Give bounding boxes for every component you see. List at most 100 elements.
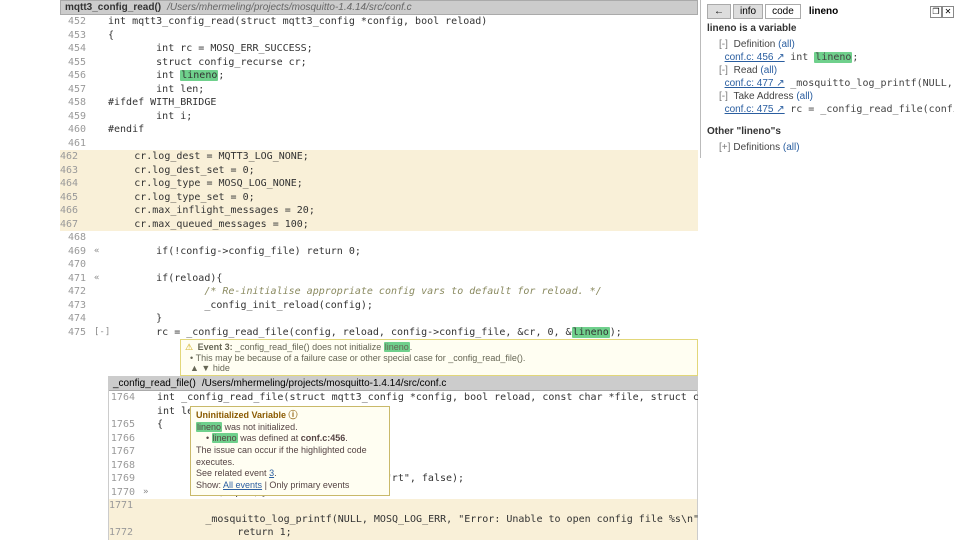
code-line[interactable]: 1772 return 1;: [109, 526, 697, 540]
sidebar-heading: lineno is a variable: [707, 23, 954, 34]
line-number: 1767: [109, 445, 143, 459]
code-text: int len;: [108, 83, 204, 97]
code-line[interactable]: 471« if(reload){: [60, 272, 698, 286]
file-path: /Users/mhermeling/projects/mosquitto-1.4…: [167, 2, 412, 13]
hide-link[interactable]: hide: [213, 363, 230, 373]
gutter-mark: »: [143, 486, 157, 500]
line-number: 457: [60, 83, 94, 97]
code-line[interactable]: 472 /* Re-initialise appropriate config …: [60, 285, 698, 299]
code-block-top: 452int mqtt3_config_read(struct mqtt3_co…: [60, 15, 698, 339]
code-line[interactable]: 453{: [60, 29, 698, 43]
gutter-mark: [143, 418, 157, 432]
code-text: cr.log_type = MOSQ_LOG_NONE;: [86, 178, 303, 189]
code-line[interactable]: 459 int i;: [60, 110, 698, 124]
line-number: 1770: [109, 486, 143, 500]
gutter-mark: «: [94, 272, 108, 286]
code-line[interactable]: 462 cr.log_dest = MQTT3_LOG_NONE;: [60, 150, 698, 164]
window-close-icon[interactable]: ✕: [942, 6, 954, 18]
line-number: 466: [60, 205, 86, 216]
code-line[interactable]: 469« if(!config->config_file) return 0;: [60, 245, 698, 259]
sidebar: ← info code lineno ❐ ✕ lineno is a varia…: [700, 0, 960, 158]
gutter-mark: [143, 445, 157, 459]
tooltip-var1: lineno: [196, 422, 222, 432]
tooltip-title: Uninitialized Variable ⓘ: [196, 410, 384, 422]
gutter-mark: [143, 472, 157, 486]
tooltip-text2: was defined at: [238, 433, 301, 443]
code-line[interactable]: 455 struct config_recurse cr;: [60, 56, 698, 70]
tab-info[interactable]: info: [733, 4, 763, 19]
tooltip-event-link[interactable]: 3: [269, 468, 274, 478]
line-number: 1764: [109, 391, 143, 405]
line-number: 1765: [109, 418, 143, 432]
line-number: 461: [60, 137, 94, 151]
code-line[interactable]: 473 _config_init_reload(config);: [60, 299, 698, 313]
gutter-mark: «: [94, 245, 108, 259]
line-number: 1769: [109, 472, 143, 486]
line-number: 458: [60, 96, 94, 110]
sidebar-row[interactable]: [-] Read (all): [707, 64, 954, 77]
gutter-mark: [94, 258, 108, 272]
code-line[interactable]: 468: [60, 231, 698, 245]
line-number: 1766: [109, 432, 143, 446]
sidebar-row[interactable]: [-] Take Address (all): [707, 90, 954, 103]
code-line[interactable]: 463 cr.log_dest_set = 0;: [60, 164, 698, 178]
gutter-mark: [143, 405, 157, 419]
code-line[interactable]: 475[-] rc = _config_read_file(config, re…: [60, 326, 698, 340]
line-number: 462: [60, 151, 86, 162]
tooltip-text4: See related event: [196, 468, 269, 478]
code-line[interactable]: 458 #ifdef WITH_BRIDGE: [60, 96, 698, 110]
gutter-mark: [94, 96, 108, 110]
code-line[interactable]: 465 cr.log_type_set = 0;: [60, 191, 698, 205]
code-line[interactable]: 456 int lineno;: [60, 69, 698, 83]
tab-code[interactable]: code: [765, 4, 801, 19]
code-line[interactable]: 452int mqtt3_config_read(struct mqtt3_co…: [60, 15, 698, 29]
line-number: 463: [60, 165, 86, 176]
file-tab-inset[interactable]: _config_read_file() /Users/mhermeling/pr…: [109, 377, 697, 391]
line-number: 468: [60, 231, 94, 245]
line-number: 473: [60, 299, 94, 313]
gutter-mark: [143, 391, 157, 405]
window-split-icon[interactable]: ❐: [930, 6, 942, 18]
sidebar-other-row[interactable]: [+]Definitions (all): [707, 141, 954, 154]
gutter-mark: [94, 299, 108, 313]
sidebar-row[interactable]: conf.c: 475 ↗ rc = _config_read_file(con…: [707, 103, 954, 116]
sidebar-row[interactable]: conf.c: 477 ↗ _mosquitto_log_printf(NULL…: [707, 77, 954, 90]
code-line[interactable]: 474 }: [60, 312, 698, 326]
tooltip-var2: lineno: [212, 433, 238, 443]
tab-back[interactable]: ←: [707, 4, 731, 19]
gutter-mark: [143, 432, 157, 446]
code-line[interactable]: 1771 _mosquitto_log_printf(NULL, MOSQ_LO…: [109, 499, 697, 526]
inset-path: /Users/mhermeling/projects/mosquitto-1.4…: [202, 378, 447, 389]
gutter-mark: [143, 459, 157, 473]
code-text: #ifdef WITH_BRIDGE: [108, 96, 216, 110]
line-number: [109, 405, 143, 419]
tooltip-show-label: Show:: [196, 480, 223, 490]
code-text: _config_init_reload(config);: [108, 299, 373, 313]
code-line[interactable]: 1764int _config_read_file(struct mqtt3_c…: [109, 391, 697, 405]
tooltip-all-events[interactable]: All events: [223, 480, 262, 490]
gutter-mark: [94, 137, 108, 151]
code-text: /* Re-initialise appropriate config vars…: [108, 285, 602, 299]
code-line[interactable]: 464 cr.log_type = MOSQ_LOG_NONE;: [60, 177, 698, 191]
sidebar-other-heading: Other "lineno"s: [707, 126, 954, 137]
code-line[interactable]: 461: [60, 137, 698, 151]
code-text: return 1;: [141, 527, 292, 538]
file-tab-top[interactable]: mqtt3_config_read() /Users/mhermeling/pr…: [60, 0, 698, 15]
tooltip-primary-events: | Only primary events: [262, 480, 349, 490]
line-number: 460: [60, 123, 94, 137]
code-line[interactable]: 460#endif: [60, 123, 698, 137]
code-text: if(reload){: [108, 272, 222, 286]
sidebar-row[interactable]: [-] Definition (all): [707, 38, 954, 51]
line-number: 455: [60, 56, 94, 70]
gutter-mark: [94, 231, 108, 245]
code-line[interactable]: 454 int rc = MOSQ_ERR_SUCCESS;: [60, 42, 698, 56]
code-line[interactable]: 467 cr.max_queued_messages = 100;: [60, 218, 698, 232]
line-number: 465: [60, 192, 86, 203]
gutter-mark: [-]: [94, 326, 108, 340]
code-line[interactable]: 457 int len;: [60, 83, 698, 97]
code-line[interactable]: 466 cr.max_inflight_messages = 20;: [60, 204, 698, 218]
line-number: 459: [60, 110, 94, 124]
code-text: {: [157, 418, 163, 432]
sidebar-row[interactable]: conf.c: 456 ↗ int lineno;: [707, 51, 954, 64]
code-line[interactable]: 470: [60, 258, 698, 272]
